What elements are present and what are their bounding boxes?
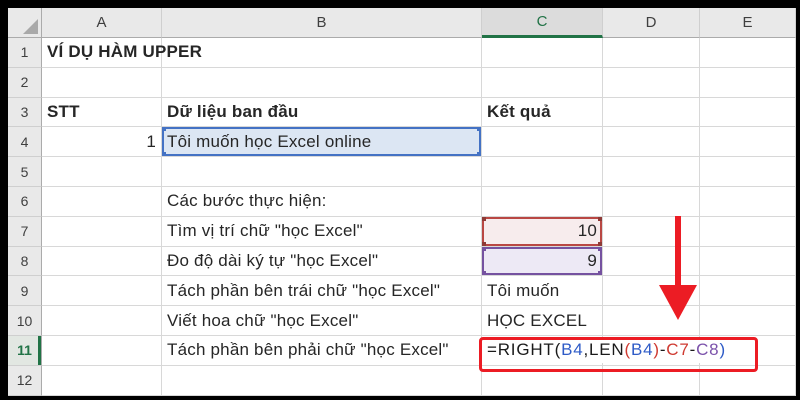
cell-C8-value: 9 [587,250,597,270]
cell-C2[interactable] [482,67,603,98]
cell-B9[interactable]: Tách phần bên trái chữ "học Excel" [162,276,482,307]
cell-A10[interactable] [42,306,162,336]
formula-token: C8 [696,340,720,360]
cell-E3[interactable] [700,97,796,128]
row-header-3[interactable]: 3 [8,97,42,128]
cell-A7[interactable] [42,216,162,247]
cell-C9[interactable]: Tôi muốn [482,276,603,307]
cell-B6[interactable]: Các bước thực hiện: [162,186,482,217]
cell-A1[interactable]: VÍ DỤ HÀM UPPER [42,38,202,68]
cell-B1[interactable] [162,38,482,68]
cell-A6[interactable] [42,186,162,217]
row-header-9[interactable]: 9 [8,276,42,307]
cell-E6[interactable] [700,186,796,217]
cell-E1[interactable] [700,38,796,68]
cell-C7-value: 10 [577,221,597,241]
cell-A5[interactable] [42,157,162,187]
cell-C1[interactable] [482,38,603,68]
cell-D2[interactable] [603,67,700,98]
cell-E9[interactable] [700,276,796,307]
cell-E2[interactable] [700,67,796,98]
cell-D8[interactable] [603,246,700,277]
cell-C3[interactable]: Kết quả [482,97,603,128]
cell-D3[interactable] [603,97,700,128]
cell-A2[interactable] [42,67,162,98]
cell-E12[interactable] [700,365,796,396]
cell-A9[interactable] [42,276,162,307]
column-header-A[interactable]: A [42,8,162,38]
cell-E8[interactable] [700,246,796,277]
cell-B5[interactable] [162,157,482,187]
cell-D4[interactable] [603,127,700,158]
red-down-arrowhead-icon [659,285,697,320]
cell-D5[interactable] [603,157,700,187]
cell-A8[interactable] [42,246,162,277]
cell-D6[interactable] [603,186,700,217]
row-header-7[interactable]: 7 [8,216,42,247]
cell-B2[interactable] [162,67,482,98]
spreadsheet-screenshot: A B C D E 1 VÍ DỤ HÀM UPPER 2 3 STT Dữ l… [0,0,800,400]
cell-A11[interactable] [42,335,162,366]
select-all-corner[interactable] [8,8,42,38]
cell-C12[interactable] [482,365,603,396]
formula-token: ,LEN [583,340,625,360]
cell-E4[interactable] [700,127,796,158]
cell-E7[interactable] [700,216,796,247]
row-header-2[interactable]: 2 [8,67,42,98]
cell-D12[interactable] [603,365,700,396]
formula-text: =RIGHT(B4,LEN(B4)-C7-C8) [485,337,730,364]
formula-token: ) [719,340,726,360]
cell-D1[interactable] [603,38,700,68]
cell-B10[interactable]: Viết hoa chữ "học Excel" [162,306,482,336]
row-header-11[interactable]: 11 [8,335,42,366]
select-all-triangle-icon [23,19,38,34]
cell-A12[interactable] [42,365,162,396]
cell-B7[interactable]: Tìm vị trí chữ "học Excel" [162,216,482,247]
cell-B4[interactable]: Tôi muốn học Excel online [162,127,482,158]
row-header-5[interactable]: 5 [8,157,42,187]
cell-B8[interactable]: Đo độ dài ký tự "học Excel" [162,246,482,277]
cell-C5[interactable] [482,157,603,187]
column-header-C[interactable]: C [482,8,603,38]
cell-C6[interactable] [482,186,603,217]
cell-E10[interactable] [700,306,796,336]
red-down-arrow-icon [675,216,681,286]
cell-D7[interactable] [603,216,700,247]
cell-B11[interactable]: Tách phần bên phải chữ "học Excel" [162,335,482,366]
column-header-E[interactable]: E [700,8,796,38]
column-header-D[interactable]: D [603,8,700,38]
row-header-10[interactable]: 10 [8,306,42,336]
row-header-1[interactable]: 1 [8,38,42,68]
row-header-8[interactable]: 8 [8,246,42,277]
row-header-6[interactable]: 6 [8,186,42,217]
row-header-4[interactable]: 4 [8,127,42,158]
row-header-12[interactable]: 12 [8,365,42,396]
cell-B12[interactable] [162,365,482,396]
column-header-B[interactable]: B [162,8,482,38]
formula-token: B4 [561,340,584,360]
cell-C4[interactable] [482,127,603,158]
cell-B4-value: Tôi muốn học Excel online [167,131,372,151]
cell-E5[interactable] [700,157,796,187]
formula-token: =RIGHT( [487,340,562,360]
cell-C11-formula-input[interactable]: =RIGHT(B4,LEN(B4)-C7-C8) [482,335,730,366]
cell-C10[interactable]: HỌC EXCEL [482,306,603,336]
cell-C7[interactable]: 10 [482,216,603,247]
formula-token: B4 [630,340,654,360]
cell-A4[interactable]: 1 [42,127,162,158]
reference-highlight-C8 [482,246,602,276]
worksheet-grid: A B C D E 1 VÍ DỤ HÀM UPPER 2 3 STT Dữ l… [8,8,796,396]
formula-token: C7 [666,340,690,360]
cell-B3[interactable]: Dữ liệu ban đầu [162,97,482,128]
cell-A3[interactable]: STT [42,97,162,128]
cell-C8[interactable]: 9 [482,246,603,277]
